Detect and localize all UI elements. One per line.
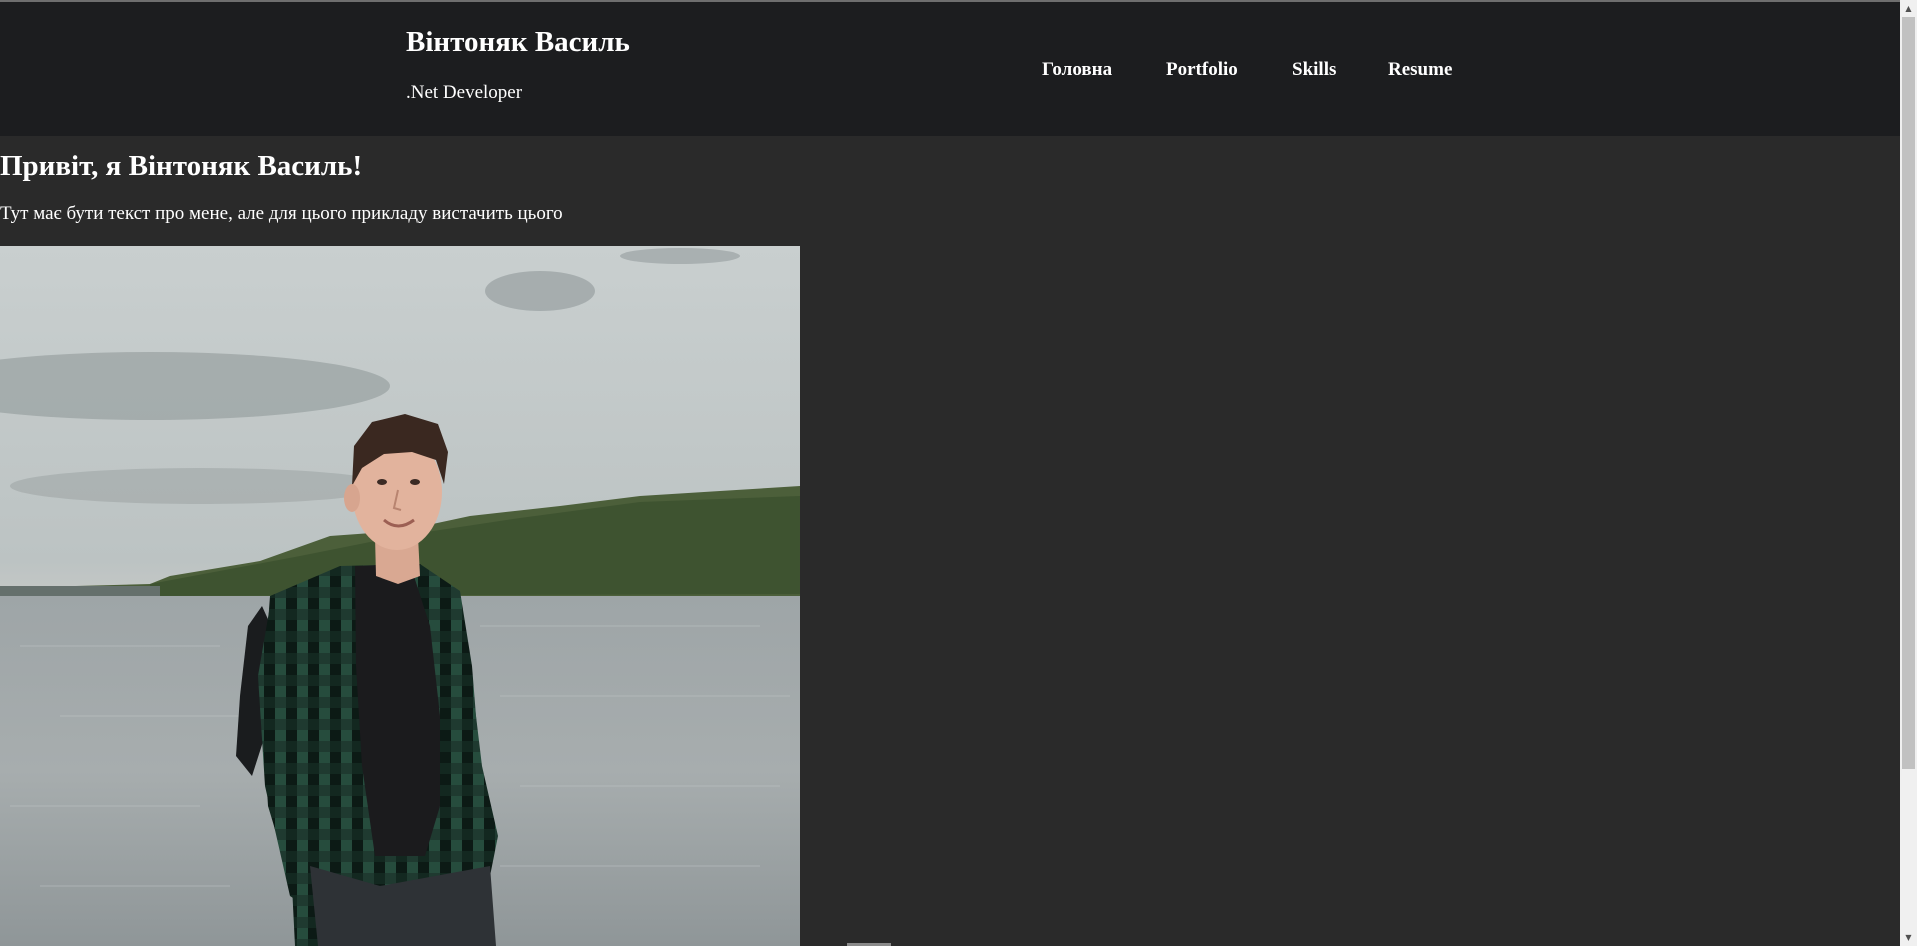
site-owner-name: Вінтоняк Василь	[406, 26, 630, 58]
vertical-scrollbar[interactable]: ▲ ▼	[1900, 0, 1917, 946]
about-text: Тут має бути текст про мене, але для цьо…	[0, 203, 563, 224]
scroll-up-icon[interactable]: ▲	[1900, 0, 1917, 17]
greeting-heading: Привіт, я Вінтоняк Василь!	[0, 150, 363, 182]
site-owner-role: .Net Developer	[406, 82, 523, 103]
nav-link-portfolio[interactable]: Portfolio	[1166, 59, 1238, 81]
nav-link-home[interactable]: Головна	[1042, 59, 1112, 81]
scroll-down-icon[interactable]: ▼	[1900, 929, 1917, 946]
scrollbar-thumb[interactable]	[1902, 17, 1915, 769]
nav-link-resume[interactable]: Resume	[1388, 59, 1452, 81]
site-header: Вінтоняк Василь .Net Developer Головна P…	[0, 2, 1900, 136]
nav-link-skills[interactable]: Skills	[1292, 59, 1336, 81]
profile-photo	[0, 246, 800, 946]
main-content: Привіт, я Вінтоняк Василь! Тут має бути …	[0, 136, 1900, 946]
